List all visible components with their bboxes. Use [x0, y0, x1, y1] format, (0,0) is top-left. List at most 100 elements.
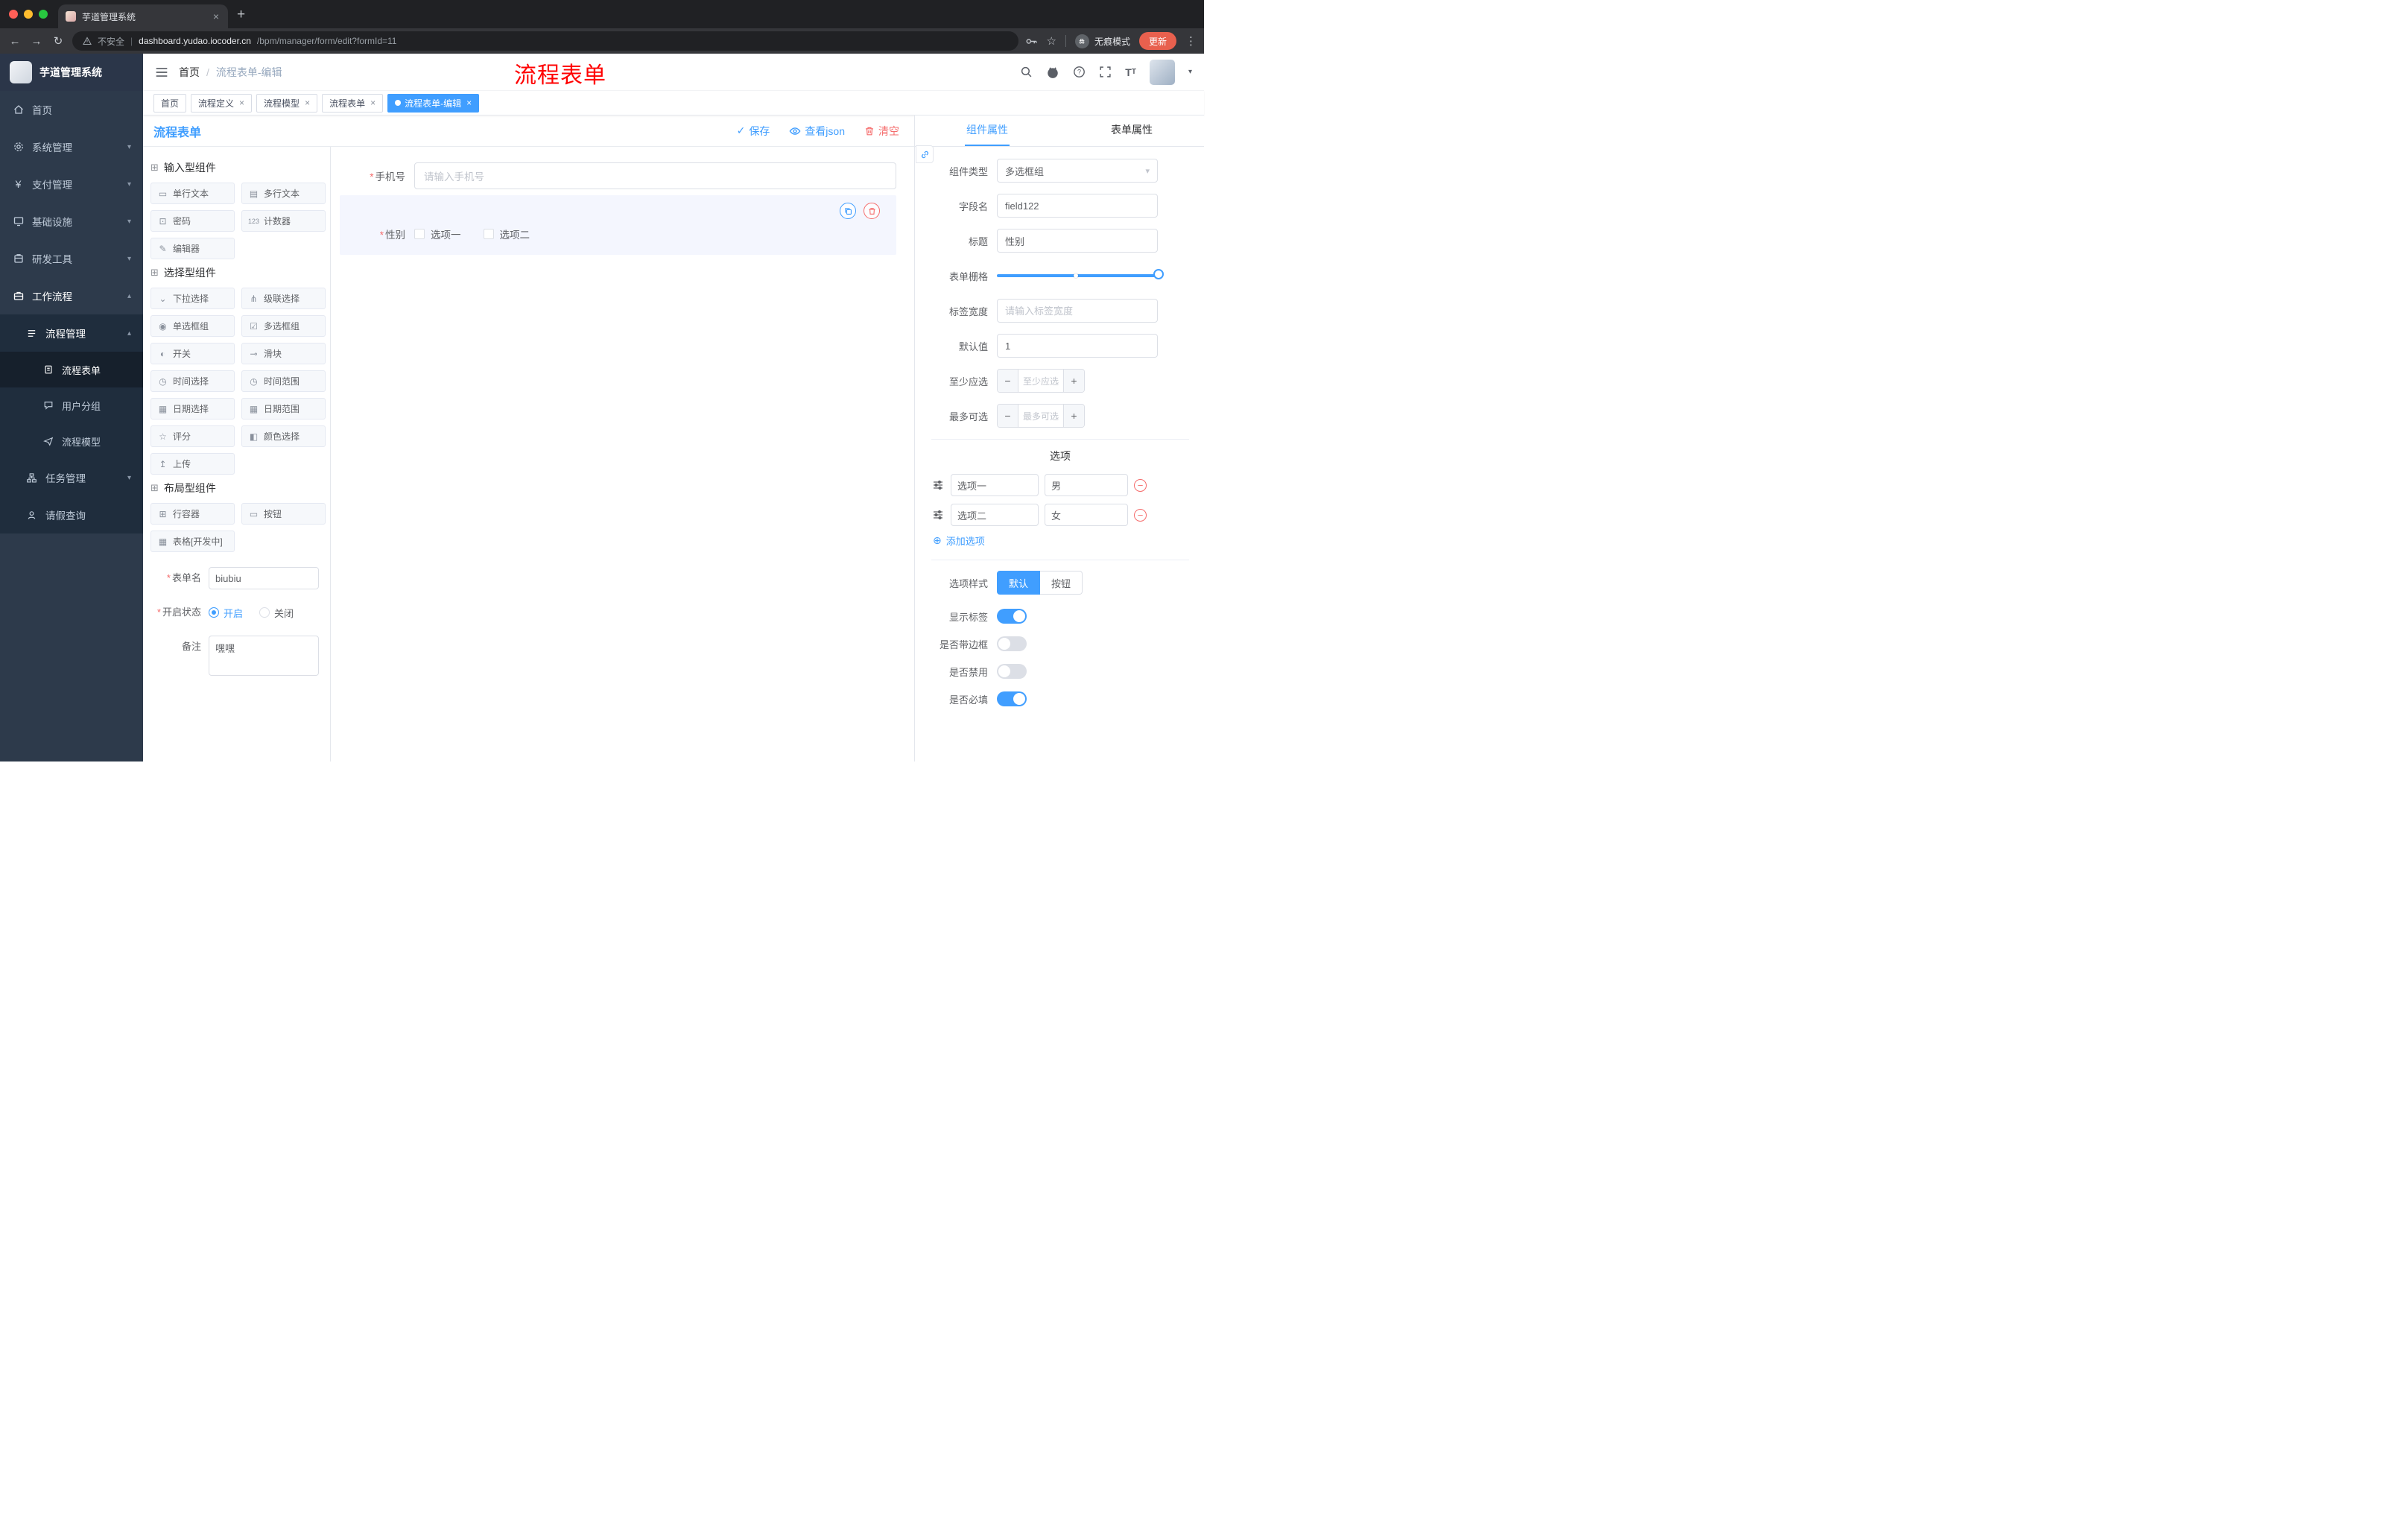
form-canvas[interactable]: * 手机号 请输入手机号 * 性别 选项一 选项二 [331, 147, 914, 762]
field-name-input[interactable] [997, 194, 1158, 218]
back-button[interactable]: ← [7, 36, 22, 47]
remark-textarea[interactable]: 嘿嘿 [209, 636, 319, 676]
search-icon[interactable] [1020, 66, 1033, 78]
min-select-value[interactable]: 至少应选 [1018, 370, 1063, 392]
default-value-input[interactable] [997, 334, 1158, 358]
component-type-select[interactable]: 多选框组 ▾ [997, 159, 1158, 183]
reload-button[interactable]: ↻ [51, 36, 66, 47]
component-item-counter[interactable]: 123 计数器 [241, 210, 326, 232]
zoom-window-button[interactable] [39, 10, 48, 19]
fullscreen-icon[interactable] [1099, 66, 1112, 78]
close-window-button[interactable] [9, 10, 18, 19]
component-item-editor[interactable]: ✎ 编辑器 [150, 238, 235, 259]
update-button[interactable]: 更新 [1138, 32, 1176, 50]
increase-button[interactable]: + [1063, 370, 1084, 392]
tag-home[interactable]: 首页 [153, 93, 187, 113]
component-item-radio-group[interactable]: ◉ 单选框组 [150, 315, 235, 337]
sidebar-item-process-model[interactable]: 流程模型 [0, 423, 143, 459]
sidebar-item-home[interactable]: 首页 [0, 91, 143, 128]
hamburger-icon[interactable] [155, 66, 168, 79]
sidebar-item-payment[interactable]: ¥ 支付管理 ▾ [0, 165, 143, 203]
sidebar-item-leave-query[interactable]: 请假查询 [0, 496, 143, 533]
status-radio-open[interactable]: 开启 [209, 606, 243, 620]
component-item-row-container[interactable]: ⊞ 行容器 [150, 503, 235, 525]
tab-component-props[interactable]: 组件属性 [915, 115, 1059, 146]
checkbox-option-2[interactable]: 选项二 [483, 227, 530, 241]
tag-process-model[interactable]: 流程模型 × [256, 93, 318, 113]
user-avatar[interactable] [1149, 59, 1175, 85]
minimize-window-button[interactable] [24, 10, 33, 19]
tag-close-icon[interactable]: × [466, 98, 472, 107]
tag-process-form[interactable]: 流程表单 × [322, 93, 384, 113]
forward-button[interactable]: → [29, 36, 44, 47]
decrease-button[interactable]: − [998, 405, 1018, 427]
browser-tab[interactable]: 芋道管理系统 × [58, 4, 228, 28]
component-item-single-line-text[interactable]: ▭ 单行文本 [150, 183, 235, 204]
sidebar-item-devtools[interactable]: 研发工具 ▾ [0, 240, 143, 277]
option-value-input[interactable] [1045, 474, 1128, 496]
phone-input[interactable]: 请输入手机号 [414, 162, 896, 189]
component-item-slider[interactable]: ⊸ 滑块 [241, 343, 326, 364]
new-tab-button[interactable]: + [237, 7, 245, 22]
style-button-button[interactable]: 按钮 [1040, 571, 1083, 595]
component-item-password[interactable]: ⊡ 密码 [150, 210, 235, 232]
view-json-button[interactable]: 查看json [789, 124, 845, 139]
component-item-cascader[interactable]: ⋔ 级联选择 [241, 288, 326, 309]
sidebar-item-infra[interactable]: 基础设施 ▾ [0, 203, 143, 240]
component-item-upload[interactable]: ↥ 上传 [150, 453, 235, 475]
bookmark-star-icon[interactable]: ☆ [1047, 36, 1056, 47]
delete-field-button[interactable] [864, 203, 880, 219]
checkbox-box[interactable] [483, 229, 494, 239]
tag-process-form-edit[interactable]: 流程表单-编辑 × [387, 93, 480, 113]
slider-handle[interactable] [1153, 269, 1164, 279]
password-key-icon[interactable] [1025, 35, 1038, 48]
drag-handle-icon[interactable] [931, 480, 945, 490]
option-label-input[interactable] [951, 504, 1039, 526]
component-item-button[interactable]: ▭ 按钮 [241, 503, 326, 525]
tag-close-icon[interactable]: × [305, 98, 310, 107]
sidebar-item-user-group[interactable]: 用户分组 [0, 387, 143, 423]
option-label-input[interactable] [951, 474, 1039, 496]
sidebar-item-process-form[interactable]: 流程表单 [0, 352, 143, 387]
required-switch[interactable] [997, 691, 1027, 706]
checkbox-option-1[interactable]: 选项一 [414, 227, 461, 241]
font-size-icon[interactable]: TT [1125, 67, 1136, 77]
option-value-input[interactable] [1045, 504, 1128, 526]
browser-menu-icon[interactable]: ⋮ [1185, 34, 1197, 48]
decrease-button[interactable]: − [998, 370, 1018, 392]
tab-form-props[interactable]: 表单属性 [1059, 115, 1204, 146]
component-item-multi-line-text[interactable]: ▤ 多行文本 [241, 183, 326, 204]
remove-option-button[interactable]: − [1134, 508, 1147, 522]
tab-close-icon[interactable]: × [212, 11, 221, 22]
component-item-select[interactable]: ⌄ 下拉选择 [150, 288, 235, 309]
component-item-checkbox-group[interactable]: ☑ 多选框组 [241, 315, 326, 337]
tag-process-definition[interactable]: 流程定义 × [191, 93, 253, 113]
style-default-button[interactable]: 默认 [997, 571, 1041, 595]
title-input[interactable] [997, 229, 1158, 253]
sidebar-item-system[interactable]: 系统管理 ▾ [0, 128, 143, 165]
component-item-switch[interactable]: ◐ 开关 [150, 343, 235, 364]
help-icon[interactable]: ? [1073, 66, 1086, 78]
security-label[interactable]: 不安全 [98, 35, 124, 48]
save-button[interactable]: ✓ 保存 [737, 124, 770, 139]
tag-close-icon[interactable]: × [370, 98, 376, 107]
gender-field-selected[interactable]: * 性别 选项一 选项二 [340, 195, 896, 255]
with-border-switch[interactable] [997, 636, 1027, 651]
tag-close-icon[interactable]: × [239, 98, 244, 107]
component-item-time-range[interactable]: ◷ 时间范围 [241, 370, 326, 392]
sidebar-item-task-management[interactable]: 任务管理 ▾ [0, 459, 143, 496]
max-select-value[interactable]: 最多可选 [1018, 405, 1063, 427]
checkbox-box[interactable] [414, 229, 425, 239]
increase-button[interactable]: + [1063, 405, 1084, 427]
github-icon[interactable] [1046, 66, 1059, 79]
phone-field[interactable]: * 手机号 请输入手机号 [340, 162, 896, 189]
status-radio-closed[interactable]: 关闭 [259, 606, 294, 620]
component-item-table[interactable]: ▦ 表格[开发中] [150, 531, 235, 552]
component-item-time-picker[interactable]: ◷ 时间选择 [150, 370, 235, 392]
show-label-switch[interactable] [997, 609, 1027, 624]
breadcrumb-home[interactable]: 首页 [179, 65, 200, 80]
component-item-rate[interactable]: ☆ 评分 [150, 425, 235, 447]
copy-field-button[interactable] [840, 203, 856, 219]
form-grid-slider[interactable] [997, 264, 1164, 288]
sidebar-item-process-management[interactable]: 流程管理 ▴ [0, 314, 143, 352]
